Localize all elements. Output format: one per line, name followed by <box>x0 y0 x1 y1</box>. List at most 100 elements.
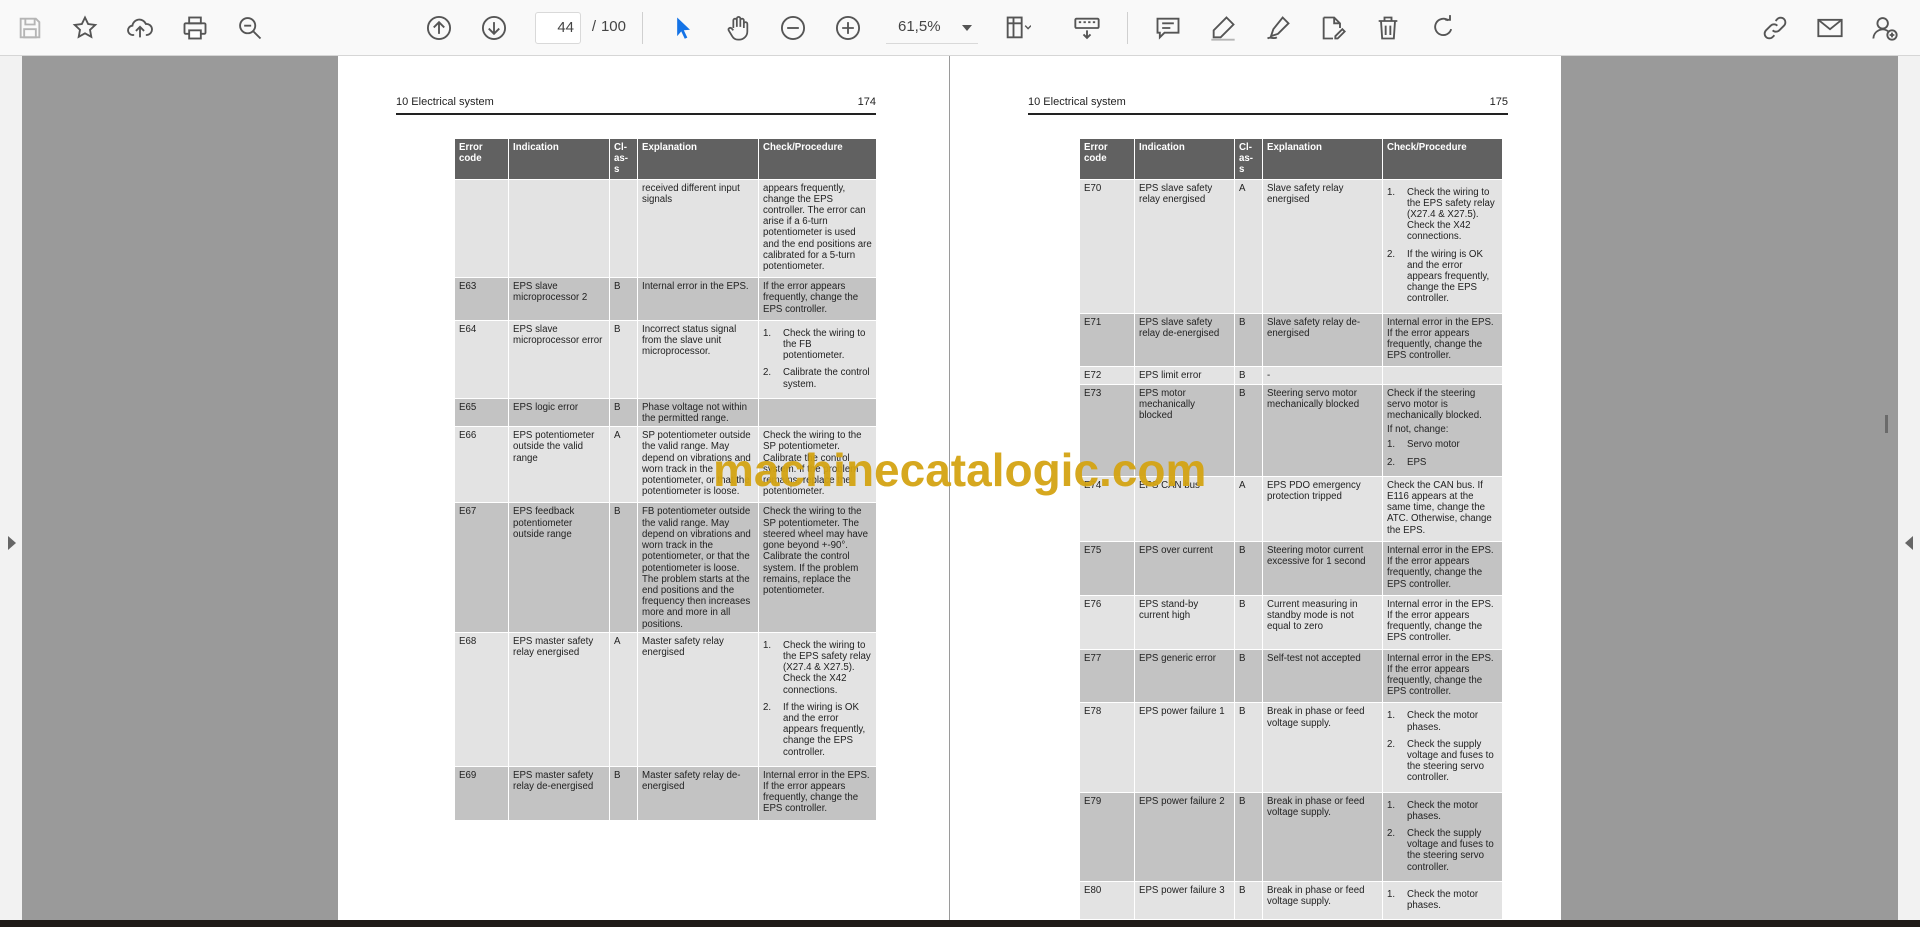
zoom-level-select[interactable]: 61,5% <box>886 12 978 44</box>
page-number-input[interactable]: 44 <box>535 12 581 44</box>
check-procedure-cell: Check the wiring to the SP potentiometer… <box>758 502 877 633</box>
bottom-strip <box>0 920 1920 927</box>
indication-cell: EPS slave safety relay de-energised <box>1134 312 1235 368</box>
table-row: E77 EPS generic error B Self-test not accep… <box>1079 648 1503 704</box>
previous-page-icon[interactable] <box>420 9 458 47</box>
table-row: E71 EPS slave safety relay de-energised B S… <box>1079 312 1503 368</box>
table-row: received different input signals appears … <box>454 178 877 279</box>
table-row: E75 EPS over current B Steering motor curre… <box>1079 540 1503 596</box>
class-cell: B <box>609 765 638 821</box>
indication-cell: EPS power failure 2 <box>1134 791 1235 882</box>
rotate-icon[interactable] <box>1424 9 1462 47</box>
page-fit-icon[interactable] <box>998 9 1036 47</box>
right-panel-gutter[interactable] <box>1898 56 1920 920</box>
class-cell: B <box>1234 702 1263 793</box>
header-class: Cl-as-s <box>1234 138 1263 180</box>
next-page-icon[interactable] <box>475 9 513 47</box>
step-text: EPS <box>1407 456 1427 468</box>
error-code-cell: E67 <box>454 502 509 633</box>
check-procedure-cell: Internal error in the EPS. If the error … <box>1382 594 1503 650</box>
header-indication: Indication <box>1134 138 1235 180</box>
error-code-cell: E77 <box>1079 648 1135 704</box>
procedure-steps: 1. Check the motor phases. <box>1387 889 1498 911</box>
table-row: E79 EPS power failure 2 B Break in phase or… <box>1079 791 1503 882</box>
explanation-cell: FB potentiometer outside the valid range… <box>637 502 759 633</box>
procedure-steps: 1. Servo motor 2. EPS <box>1387 439 1498 467</box>
upload-cloud-icon[interactable] <box>121 9 159 47</box>
error-code-cell: E79 <box>1079 791 1135 882</box>
table-row: E67 EPS feedback potentiometer outside ra… <box>454 502 877 633</box>
class-cell: B <box>1234 312 1263 368</box>
explanation-cell: Master safety relay energised <box>637 631 759 767</box>
email-icon[interactable] <box>1811 9 1849 47</box>
indication-cell: EPS slave safety relay energised <box>1134 178 1235 314</box>
error-code-cell: E78 <box>1079 702 1135 793</box>
table-row: E65 EPS logic error B Phase voltage not wit… <box>454 397 877 428</box>
procedure-step: 2. EPS <box>1387 457 1498 468</box>
header-rule <box>396 113 876 115</box>
step-text: Check the motor phases. <box>1407 888 1479 911</box>
section-title: 10 Electrical system <box>1028 96 1126 108</box>
expand-right-panel-icon[interactable] <box>1905 536 1913 550</box>
step-text: Check the wiring to the EPS safety relay… <box>783 639 871 696</box>
step-number: 2. <box>1387 456 1396 468</box>
procedure-steps: 1. Check the wiring to the EPS safety rel… <box>763 640 872 758</box>
zoom-out-icon[interactable] <box>774 9 812 47</box>
delete-trash-icon[interactable] <box>1369 9 1407 47</box>
step-text: Check the supply voltage and fuses to th… <box>1407 827 1494 873</box>
print-icon[interactable] <box>176 9 214 47</box>
add-user-icon[interactable] <box>1866 9 1904 47</box>
explanation-cell: Current measuring in standby mode is not… <box>1262 594 1383 650</box>
error-code-cell: E71 <box>1079 312 1135 368</box>
watermark-text: machinecatalogic.com <box>713 444 1207 496</box>
select-cursor-icon[interactable] <box>664 9 702 47</box>
class-cell: B <box>1234 648 1263 704</box>
step-number: 1. <box>763 327 772 339</box>
bookmark-star-icon[interactable] <box>66 9 104 47</box>
header-class: Cl-as-s <box>609 138 638 180</box>
page-header: 10 Electrical system 174 <box>396 96 876 108</box>
page-total: 100 <box>600 18 626 35</box>
class-cell: B <box>1234 383 1263 477</box>
explanation-cell: Phase voltage not within the permitted r… <box>637 397 759 428</box>
edit-sign-icon[interactable] <box>1314 9 1352 47</box>
procedure-text: appears frequently, change the EPS contr… <box>763 182 872 273</box>
link-icon[interactable] <box>1756 9 1794 47</box>
error-code-cell: E70 <box>1079 178 1135 314</box>
procedure-steps: 1. Check the motor phases. 2. Check the sup… <box>1387 800 1498 873</box>
zoom-search-icon[interactable] <box>231 9 269 47</box>
check-procedure-cell: 1. Check the motor phases. 2. Check the sup… <box>1382 791 1503 882</box>
zoom-in-icon[interactable] <box>829 9 867 47</box>
highlight-pen-icon[interactable] <box>1204 9 1242 47</box>
check-procedure-cell: Internal error in the EPS. If the error … <box>758 765 877 821</box>
procedure-text: Check if the steering servo motor is mec… <box>1387 387 1482 422</box>
draw-pen-icon[interactable] <box>1259 9 1297 47</box>
left-panel-gutter[interactable] <box>0 56 22 920</box>
save-icon[interactable] <box>11 9 49 47</box>
procedure-text: Internal error in the EPS. If the error … <box>1387 544 1494 590</box>
vertical-scrollbar-thumb[interactable] <box>1885 415 1888 433</box>
error-code-cell: E68 <box>454 631 509 767</box>
indication-cell: EPS stand-by current high <box>1134 594 1235 650</box>
page-header: 10 Electrical system 175 <box>1028 96 1508 108</box>
step-number: 2. <box>763 701 772 713</box>
step-text: Calibrate the control system. <box>783 367 870 390</box>
keyboard-icon[interactable] <box>1068 9 1106 47</box>
table-row: E78 EPS power failure 1 B Break in phase or… <box>1079 702 1503 793</box>
check-procedure-cell: If the error appears frequently, change … <box>758 277 877 321</box>
error-code-cell: E72 <box>1079 366 1135 385</box>
check-procedure-cell: Check the CAN bus. If E116 appears at th… <box>1382 475 1503 542</box>
step-text: Servo motor <box>1407 439 1460 451</box>
class-cell: B <box>1234 594 1263 650</box>
indication-cell: EPS generic error <box>1134 648 1235 704</box>
check-procedure-cell: Check if the steering servo motor is mec… <box>1382 383 1503 477</box>
explanation-cell: received different input signals <box>637 178 759 279</box>
hand-pan-icon[interactable] <box>719 9 757 47</box>
comment-icon[interactable] <box>1149 9 1187 47</box>
check-procedure-cell <box>1382 366 1503 385</box>
error-code-cell: E69 <box>454 765 509 821</box>
expand-left-panel-icon[interactable] <box>8 536 16 550</box>
table-row: E64 EPS slave microprocessor error B Incorr… <box>454 319 877 399</box>
procedure-step: 1. Check the wiring to the EPS safety rel… <box>763 640 872 696</box>
step-text: If the wiring is OK and the error appear… <box>1407 248 1490 305</box>
